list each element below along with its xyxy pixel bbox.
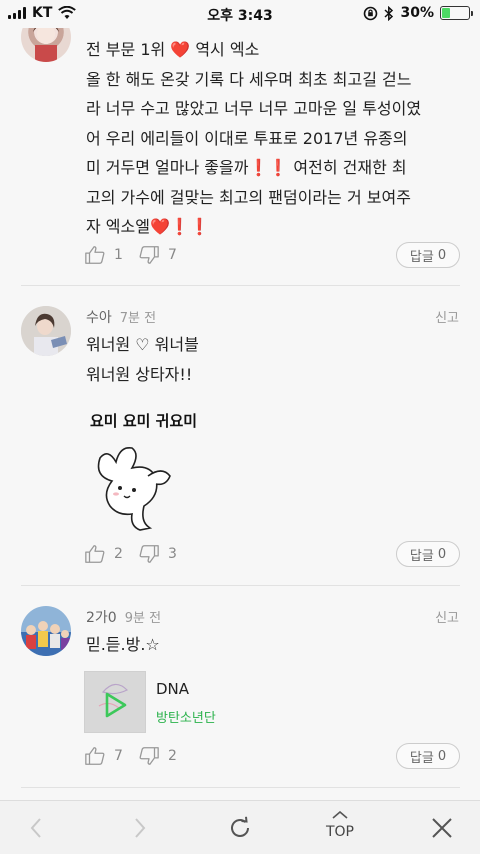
- scroll-top-button[interactable]: TOP: [310, 801, 370, 854]
- chevron-right-icon: [135, 818, 146, 838]
- report-button[interactable]: 신고: [435, 607, 459, 626]
- like-count: 1: [114, 247, 123, 263]
- song-title[interactable]: DNA: [156, 680, 189, 698]
- status-bar: KT 오후 3:43 30%: [0, 0, 480, 28]
- author-name[interactable]: 수아: [86, 310, 112, 326]
- dislike-count: 7: [168, 247, 177, 263]
- reply-button[interactable]: 답글 0: [396, 541, 460, 567]
- thumbs-down-icon: [139, 747, 159, 765]
- close-button[interactable]: [412, 801, 472, 854]
- reply-count: 0: [437, 748, 447, 764]
- forward-button[interactable]: [110, 801, 170, 854]
- avatar[interactable]: [21, 606, 71, 656]
- comment-actions: 1 7 답글 0: [84, 242, 460, 272]
- dislike-button[interactable]: 3: [138, 543, 177, 565]
- chevron-up-icon: [332, 811, 348, 819]
- battery-level: [442, 8, 450, 18]
- comment-line: 워너원 ♡ 워너블: [86, 335, 199, 354]
- avatar-image: [21, 606, 71, 656]
- music-card[interactable]: DNA 방탄소년단: [84, 671, 384, 733]
- report-button[interactable]: 신고: [435, 307, 459, 326]
- divider: [21, 585, 460, 586]
- reply-label: 답글: [409, 249, 434, 265]
- song-artist[interactable]: 방탄소년단: [156, 707, 216, 726]
- bluetooth-icon: [384, 5, 394, 21]
- thumbs-down-icon: [139, 246, 159, 264]
- reply-count: 0: [437, 546, 447, 562]
- comment-text: 믿.듣.방.☆: [86, 630, 466, 660]
- comment-line: 미 거두면 얼마나 좋을까❗❗ 여전히 건재한 최: [86, 158, 407, 177]
- comment-line: 어 우리 에리들이 이대로 투표로 2017년 유종의: [86, 128, 408, 148]
- thumbs-up-icon: [85, 246, 105, 264]
- comment-line: 워너원 상타자!!: [86, 364, 193, 384]
- thumbs-up-icon: [85, 747, 105, 765]
- status-right: 30%: [363, 5, 473, 21]
- back-button[interactable]: [6, 801, 66, 854]
- refresh-button[interactable]: [210, 801, 270, 854]
- bottom-toolbar: TOP: [0, 800, 480, 854]
- battery-percent: 30%: [400, 5, 434, 21]
- comment-time: 7분 전: [119, 311, 157, 326]
- close-icon: [432, 818, 452, 838]
- reply-label: 답글: [409, 750, 434, 766]
- reply-count: 0: [437, 247, 447, 263]
- dislike-count: 2: [168, 748, 177, 764]
- refresh-icon: [231, 816, 249, 837]
- comment-text: 전 부문 1위 ❤️ 역시 엑소 올 한 해도 온갖 기록 다 세우며 최초 최…: [86, 35, 466, 242]
- divider: [21, 285, 460, 286]
- comment-meta: 수아 7분 전: [86, 307, 156, 327]
- album-art[interactable]: [84, 671, 146, 733]
- avatar-image: [21, 306, 71, 356]
- divider: [21, 787, 460, 788]
- rotation-lock-icon: [364, 6, 378, 20]
- comment-text: 워너원 ♡ 워너블 워너원 상타자!!: [86, 330, 466, 389]
- reply-label: 답글: [409, 548, 434, 564]
- sticker: 요미 요미 귀요미: [86, 408, 226, 531]
- dislike-button[interactable]: 2: [138, 745, 177, 767]
- dislike-count: 3: [168, 546, 177, 562]
- comment-line: 믿.듣.방.☆: [86, 635, 160, 654]
- sticker-caption: 요미 요미 귀요미: [90, 412, 198, 430]
- comment-line: 라 너무 수고 많았고 너무 너무 고마운 일 투성이였: [86, 99, 422, 118]
- comment-meta: 2가0 9분 전: [86, 607, 161, 627]
- like-count: 2: [114, 546, 123, 562]
- like-button[interactable]: 1: [84, 244, 123, 266]
- album-cover: [85, 672, 145, 732]
- bunny-sticker-icon: [97, 446, 171, 531]
- like-count: 7: [114, 748, 123, 764]
- author-name[interactable]: 2가0: [86, 610, 117, 626]
- top-label: TOP: [325, 824, 354, 840]
- comment-line: 고의 가수에 걸맞는 최고의 팬덤이라는 거 보여주: [86, 187, 411, 207]
- comment-time: 9분 전: [124, 611, 162, 626]
- comment-line: 자 엑소엘❤️❗❗: [86, 217, 210, 236]
- comment-actions: 7 2 답글 0: [84, 743, 460, 773]
- battery-icon: [440, 6, 473, 20]
- avatar[interactable]: [21, 306, 71, 356]
- thumbs-up-icon: [85, 545, 105, 563]
- thumbs-down-icon: [139, 545, 159, 563]
- like-button[interactable]: 2: [84, 543, 123, 565]
- reply-button[interactable]: 답글 0: [396, 242, 460, 268]
- dislike-button[interactable]: 7: [138, 244, 177, 266]
- comment-line: 전 부문 1위 ❤️ 역시 엑소: [86, 40, 260, 59]
- like-button[interactable]: 7: [84, 745, 123, 767]
- comment-actions: 2 3 답글 0: [84, 541, 460, 571]
- reply-button[interactable]: 답글 0: [396, 743, 460, 769]
- chevron-left-icon: [30, 818, 41, 838]
- comment-line: 올 한 해도 온갖 기록 다 세우며 최초 최고길 걷느: [86, 69, 412, 89]
